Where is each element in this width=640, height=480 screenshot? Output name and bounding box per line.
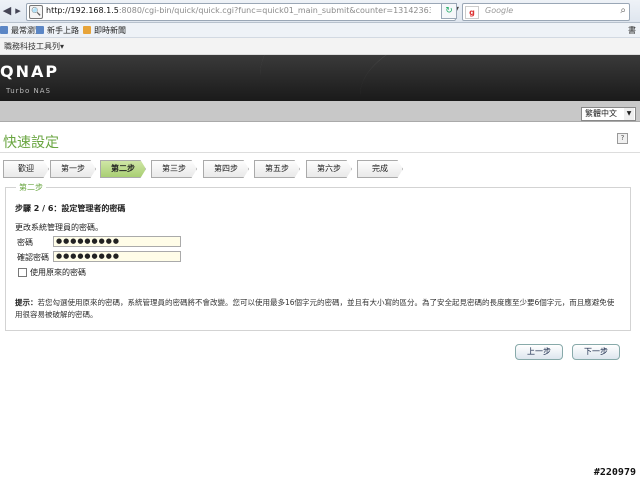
page-icon (0, 26, 8, 34)
help-icon[interactable]: ? (617, 133, 628, 144)
confirm-password-label: 確認密碼 (17, 253, 49, 262)
search-placeholder: Google (485, 6, 514, 15)
bookmarks-bar: 最常瀏覽 新手上路 即時新聞 書 (0, 23, 640, 38)
title-divider (0, 152, 640, 153)
use-original-password-checkbox[interactable] (18, 268, 27, 277)
step-4[interactable]: 第四步 (203, 160, 249, 178)
rss-icon (83, 26, 91, 34)
confirm-password-field[interactable]: ●●●●●●●●● (53, 251, 181, 262)
step-heading: 步驟 2 / 6：設定管理者的密碼 (15, 204, 126, 213)
bookmark-getting-started[interactable]: 新手上路 (36, 25, 79, 36)
turbo-nas-subtitle: Turbo NAS (6, 87, 51, 95)
addon-toolbar: 職務科技工具列▾ (0, 38, 640, 55)
url-path: :8080/cgi-bin/quick/quick.cgi?func=quick… (118, 6, 431, 15)
change-password-label: 更改系統管理員的密碼。 (15, 223, 103, 232)
language-bar: 繁體中文 ▼ (0, 101, 640, 122)
banner-swoosh-decoration-2 (360, 55, 640, 101)
step-5[interactable]: 第五步 (254, 160, 300, 178)
address-bar[interactable]: 🔍 http://192.168.1.5:8080/cgi-bin/quick/… (26, 3, 456, 21)
image-watermark: #220979 (593, 467, 636, 478)
qnap-logo: QNAP (0, 62, 60, 81)
url-host: http://192.168.1.5 (46, 6, 119, 15)
reload-icon[interactable]: ↻ (441, 3, 457, 19)
bookmark-overflow-label: 書 (628, 26, 636, 35)
password-field[interactable]: ●●●●●●●●● (53, 236, 181, 247)
tip-text: 提示：若您勾選使用原來的密碼，系統管理員的密碼將不會改變。您可以使用最多16個字… (15, 297, 621, 321)
url-text[interactable]: http://192.168.1.5:8080/cgi-bin/quick/qu… (46, 6, 431, 15)
step-1[interactable]: 第一步 (50, 160, 96, 178)
step-finish[interactable]: 完成 (357, 160, 403, 178)
chevron-down-icon: ▼ (624, 108, 634, 120)
search-magnifier-icon[interactable]: ⌕ (620, 5, 626, 16)
addon-label: 職務科技工具列 (4, 42, 60, 51)
use-original-password-label[interactable]: 使用原來的密碼 (30, 267, 86, 278)
bookmark-label: 新手上路 (47, 26, 79, 35)
tip-prefix: 提示： (15, 298, 38, 307)
panel-legend: 第二步 (16, 182, 46, 193)
step-6[interactable]: 第六步 (306, 160, 352, 178)
qnap-banner: QNAP Turbo NAS (0, 55, 640, 101)
bookmark-news[interactable]: 即時新聞 (83, 25, 126, 36)
password-label: 密碼 (17, 238, 33, 247)
bookmark-label: 即時新聞 (94, 26, 126, 35)
step-2-active[interactable]: 第二步 (100, 160, 146, 178)
step-3[interactable]: 第三步 (151, 160, 197, 178)
step-panel: 第二步 步驟 2 / 6：設定管理者的密碼 更改系統管理員的密碼。 密碼 ●●●… (5, 182, 631, 331)
addon-menu[interactable]: 職務科技工具列▾ (4, 41, 64, 52)
language-value: 繁體中文 (585, 109, 617, 118)
tip-body: 若您勾選使用原來的密碼，系統管理員的密碼將不會改變。您可以使用最多16個字元的密… (15, 298, 615, 319)
language-select[interactable]: 繁體中文 ▼ (581, 107, 636, 121)
next-button[interactable]: 下一步 (572, 344, 620, 360)
step-welcome[interactable]: 歡迎 (3, 160, 49, 178)
page-icon (36, 26, 44, 34)
bookmarks-overflow[interactable]: 書 (628, 25, 636, 36)
previous-button[interactable]: 上一步 (515, 344, 563, 360)
page-title: 快速設定 (3, 135, 59, 151)
search-box[interactable]: g Google ⌕ (462, 3, 630, 21)
addon-dropdown-icon: ▾ (60, 42, 65, 51)
site-favicon-icon: 🔍 (29, 5, 43, 19)
google-logo-icon[interactable]: g (465, 6, 479, 19)
forward-arrow-icon[interactable]: ▸ (11, 4, 25, 18)
browser-toolbar: ◀ ▸ 🔍 http://192.168.1.5:8080/cgi-bin/qu… (0, 0, 640, 23)
